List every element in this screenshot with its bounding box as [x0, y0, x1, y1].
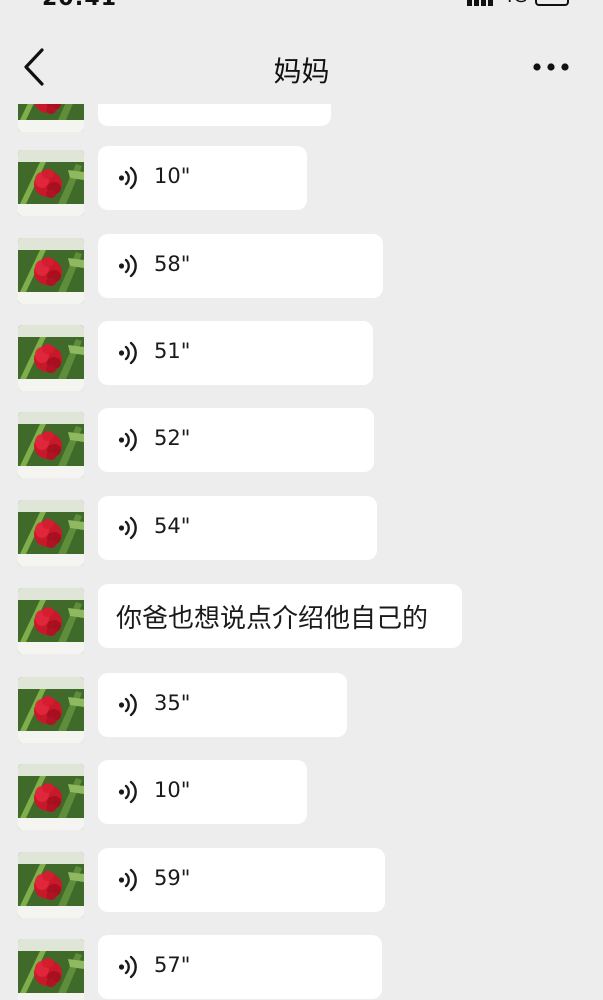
- voice-message-bubble[interactable]: 35": [98, 673, 347, 737]
- avatar[interactable]: [18, 588, 84, 654]
- voice-icon: [118, 955, 140, 979]
- voice-duration: 58": [154, 252, 191, 276]
- avatar[interactable]: [18, 150, 84, 216]
- avatar[interactable]: [18, 939, 84, 1000]
- nav-bar: 妈妈: [0, 14, 603, 104]
- avatar[interactable]: [18, 852, 84, 918]
- voice-duration: 35": [154, 691, 191, 715]
- voice-duration: 10": [154, 778, 191, 802]
- voice-message-bubble[interactable]: 52": [98, 408, 374, 472]
- more-button[interactable]: [528, 54, 574, 80]
- voice-icon: [118, 428, 140, 452]
- voice-icon: [118, 166, 140, 190]
- voice-message-bubble[interactable]: 10": [98, 760, 307, 824]
- chat-title: 妈妈: [273, 55, 330, 88]
- voice-duration: 59": [154, 866, 191, 890]
- voice-message-bubble[interactable]: 57": [98, 935, 382, 999]
- avatar[interactable]: [18, 325, 84, 391]
- voice-duration: 10": [154, 164, 191, 188]
- voice-duration: 51": [154, 339, 191, 363]
- avatar[interactable]: [18, 677, 84, 743]
- avatar[interactable]: [18, 238, 84, 304]
- voice-duration: 54": [154, 514, 191, 538]
- message-text: 你爸也想说点介绍他自己的: [116, 604, 429, 634]
- voice-icon: [118, 341, 140, 365]
- voice-message-bubble[interactable]: 51": [98, 321, 373, 385]
- text-message-bubble[interactable]: 你爸也想说点介绍他自己的: [98, 584, 462, 648]
- battery-icon: [535, 0, 569, 6]
- voice-message-bubble[interactable]: [98, 104, 331, 126]
- network-label: 4G: [502, 0, 527, 7]
- status-time: 20:41: [42, 0, 117, 11]
- voice-icon: [118, 780, 140, 804]
- more-dots-icon: [533, 63, 569, 71]
- voice-icon: [118, 693, 140, 717]
- status-bar: 20:41 4G: [0, 0, 603, 14]
- voice-duration: 57": [154, 953, 191, 977]
- avatar[interactable]: [18, 104, 84, 132]
- voice-icon: [118, 868, 140, 892]
- avatar[interactable]: [18, 500, 84, 566]
- avatar[interactable]: [18, 412, 84, 478]
- voice-message-bubble[interactable]: 59": [98, 848, 385, 912]
- avatar[interactable]: [18, 764, 84, 830]
- voice-message-bubble[interactable]: 58": [98, 234, 383, 298]
- voice-icon: [118, 254, 140, 278]
- voice-icon: [118, 516, 140, 540]
- chat-message-list[interactable]: 10" 58" 51" 52" 54" 你爸也想说点介绍他自己的 35" 10"…: [0, 104, 603, 1000]
- signal-icon: [467, 0, 493, 6]
- voice-message-bubble[interactable]: 10": [98, 146, 307, 210]
- voice-duration: 52": [154, 426, 191, 450]
- voice-message-bubble[interactable]: 54": [98, 496, 377, 560]
